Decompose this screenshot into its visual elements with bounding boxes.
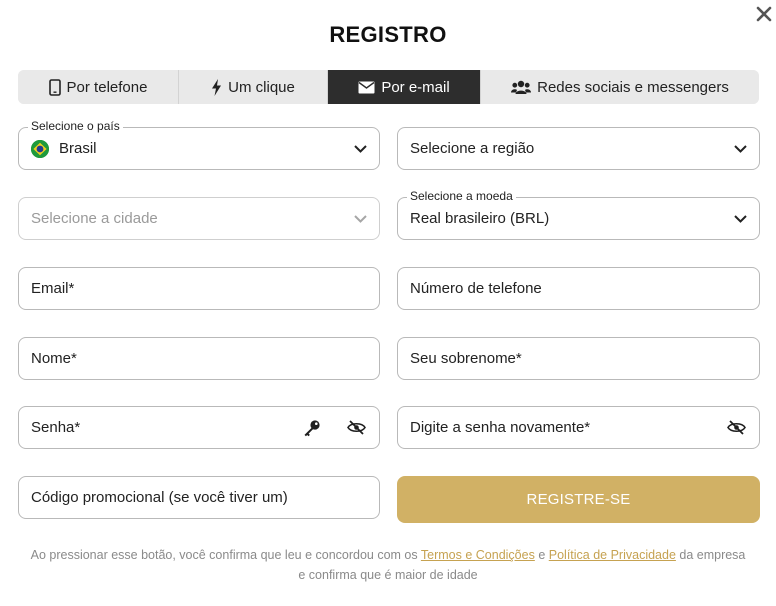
- email-field-placeholder: Email*: [31, 280, 75, 297]
- first-name-field-placeholder: Nome*: [31, 350, 77, 367]
- modal-title: REGISTRO: [329, 22, 447, 47]
- tab-por-telefone[interactable]: Por telefone: [18, 70, 179, 104]
- key-icon[interactable]: [301, 417, 323, 439]
- city-select-placeholder: Selecione a cidade: [31, 210, 158, 227]
- register-button[interactable]: REGISTRE-SE: [397, 476, 760, 523]
- last-name-field-placeholder: Seu sobrenome*: [410, 350, 522, 367]
- country-select-label: Selecione o país: [28, 119, 123, 133]
- legal-notice: Ao pressionar esse botão, você confirma …: [30, 545, 746, 585]
- close-button[interactable]: [752, 2, 776, 26]
- tab-label: Redes sociais e messengers: [537, 78, 729, 96]
- country-select-value: Brasil: [59, 140, 97, 157]
- promo-code-field-placeholder: Código promocional (se você tiver um): [31, 489, 288, 506]
- chevron-down-icon: [733, 212, 747, 226]
- password-repeat-field[interactable]: Digite a senha novamente*: [397, 406, 760, 449]
- phone-field[interactable]: Número de telefone: [397, 267, 760, 310]
- registration-tabs: Por telefone Um clique Por e-mail Redes …: [18, 70, 759, 104]
- email-field[interactable]: Email*: [18, 267, 380, 310]
- city-select[interactable]: Selecione a cidade: [18, 197, 380, 240]
- country-select[interactable]: Selecione o país Brasil: [18, 119, 380, 170]
- password-repeat-field-placeholder: Digite a senha novamente*: [410, 419, 591, 436]
- currency-select[interactable]: Selecione a moeda Real brasileiro (BRL): [397, 189, 760, 240]
- lightning-icon: [211, 78, 222, 96]
- currency-select-label: Selecione a moeda: [407, 189, 516, 203]
- envelope-icon: [358, 81, 375, 94]
- tab-redes-sociais[interactable]: Redes sociais e messengers: [481, 70, 759, 104]
- chevron-down-icon: [353, 212, 367, 226]
- phone-field-placeholder: Número de telefone: [410, 280, 542, 297]
- tab-label: Um clique: [228, 78, 295, 96]
- privacy-policy-link[interactable]: Política de Privacidade: [549, 548, 676, 562]
- terms-link[interactable]: Termos e Condições: [421, 548, 535, 562]
- tab-label: Por telefone: [66, 78, 148, 96]
- password-field[interactable]: Senha*: [18, 406, 380, 449]
- tab-label: Por e-mail: [381, 78, 450, 96]
- eye-slash-icon[interactable]: [345, 417, 367, 439]
- brazil-flag-icon: [31, 139, 49, 158]
- password-field-placeholder: Senha*: [31, 419, 81, 436]
- tab-por-email[interactable]: Por e-mail: [328, 70, 481, 104]
- registration-modal: REGISTRO Por telefone Um clique Por e-ma…: [0, 0, 776, 606]
- eye-slash-icon[interactable]: [725, 417, 747, 439]
- chevron-down-icon: [733, 142, 747, 156]
- phone-icon: [48, 78, 61, 96]
- last-name-field[interactable]: Seu sobrenome*: [397, 337, 760, 380]
- chevron-down-icon: [353, 142, 367, 156]
- legal-and: e: [534, 548, 549, 562]
- tab-um-clique[interactable]: Um clique: [179, 70, 328, 104]
- first-name-field[interactable]: Nome*: [18, 337, 380, 380]
- close-icon: [756, 6, 772, 22]
- legal-prefix: Ao pressionar esse botão, você confirma …: [30, 548, 421, 562]
- region-select[interactable]: Selecione a região: [397, 127, 760, 170]
- users-icon: [511, 80, 532, 95]
- promo-code-field[interactable]: Código promocional (se você tiver um): [18, 476, 380, 519]
- region-select-placeholder: Selecione a região: [410, 140, 535, 157]
- currency-select-value: Real brasileiro (BRL): [410, 210, 550, 227]
